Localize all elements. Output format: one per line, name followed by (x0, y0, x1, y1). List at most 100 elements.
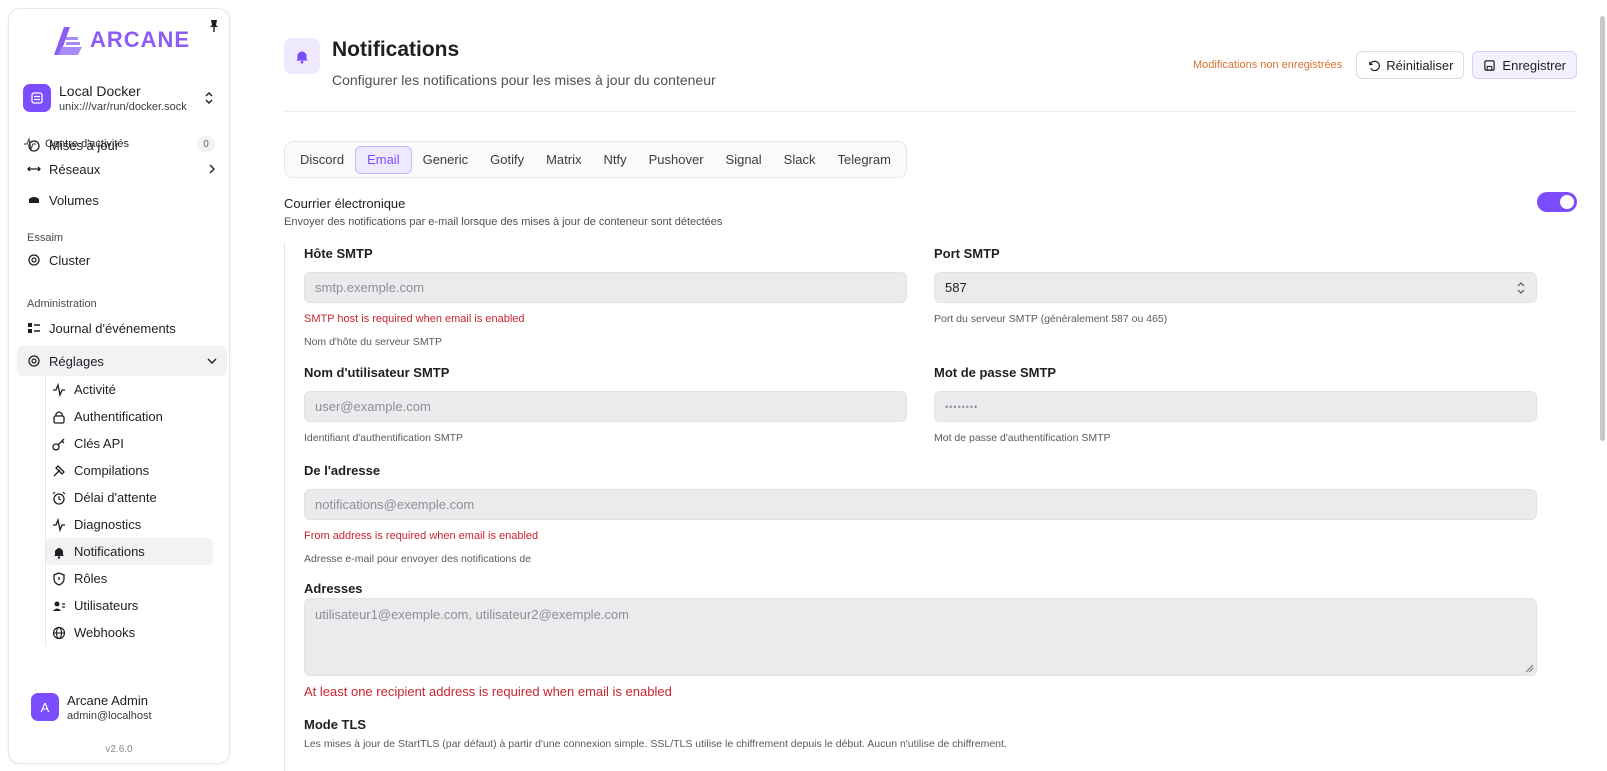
sidebar-subitem-label: Diagnostics (74, 517, 142, 532)
sidebar-subitem-api-keys[interactable]: Clés API (46, 430, 213, 457)
settings-submenu: Activité Authentification Clés API Compi… (45, 376, 229, 646)
sidebar-subitem-timeout[interactable]: Délai d'attente (46, 484, 213, 511)
sidebar-item-label: Cluster (49, 252, 91, 268)
logo-row: ARCANE (9, 9, 229, 71)
main-content: Notifications Configurer les notificatio… (284, 0, 1577, 771)
page-title: Notifications (332, 38, 460, 61)
email-enabled-toggle[interactable] (1537, 192, 1577, 212)
from-address-help: Adresse e-mail pour envoyer des notifica… (304, 553, 532, 565)
tab-telegram[interactable]: Telegram (826, 146, 901, 174)
environment-socket: unix:///var/run/docker.sock (59, 101, 187, 113)
save-button[interactable]: Enregistrer (1472, 51, 1577, 79)
sidebar-subitem-diagnostics[interactable]: Diagnostics (46, 511, 213, 538)
from-address-label: De l'adresse (304, 463, 381, 478)
sidebar-subitem-auth[interactable]: Authentification (46, 403, 213, 430)
tab-gotify[interactable]: Gotify (479, 146, 535, 174)
tls-mode-label: Mode TLS (304, 717, 367, 732)
sidebar-subitem-label: Compilations (74, 463, 150, 478)
unsaved-indicator: Modifications non enregistrées (1193, 59, 1343, 71)
sidebar-item-cluster[interactable]: Cluster (17, 246, 227, 274)
refresh-icon (28, 140, 40, 152)
chevron-updown-icon (205, 92, 213, 104)
stepper-icon[interactable] (1516, 281, 1526, 295)
app-version: v2.6.0 (105, 744, 133, 755)
addresses-placeholder: utilisateur1@exemple.com, utilisateur2@e… (315, 607, 629, 622)
tab-signal[interactable]: Signal (715, 146, 773, 174)
user-name: Arcane Admin (67, 692, 148, 708)
tab-email[interactable]: Email (355, 145, 412, 174)
smtp-port-value: 587 (945, 280, 967, 295)
smtp-user-field: Nom d'utilisateur SMTP user@example.com … (304, 365, 907, 444)
sidebar-item-label: Volumes (49, 192, 99, 208)
smtp-host-label: Hôte SMTP (304, 246, 373, 261)
bell-icon (284, 38, 320, 74)
logo-text: ARCANE (89, 27, 191, 52)
sidebar-nav: Mises à jour Réseaux Volumes Essaim Clus… (9, 139, 229, 646)
sidebar-subitem-label: Rôles (74, 571, 108, 586)
page-header: Notifications Configurer les notificatio… (284, 36, 1577, 112)
smtp-port-help: Port du serveur SMTP (généralement 587 o… (934, 313, 1168, 325)
smtp-password-field: Mot de passe SMTP •••••••• Mot de passe … (934, 365, 1537, 444)
server-icon (23, 84, 51, 112)
sidebar-item-updates[interactable]: Mises à jour (17, 139, 227, 153)
sidebar-item-label: Journal d'événements (49, 320, 176, 336)
tab-ntfy[interactable]: Ntfy (592, 146, 637, 174)
addresses-textarea[interactable]: utilisateur1@exemple.com, utilisateur2@e… (304, 598, 1537, 676)
from-address-input[interactable]: notifications@exemple.com (304, 489, 1537, 520)
email-section-title: Courrier électronique (284, 196, 406, 211)
save-button-label: Enregistrer (1502, 57, 1566, 73)
smtp-port-input[interactable]: 587 (934, 272, 1537, 303)
sidebar-item-volumes[interactable]: Volumes (17, 186, 227, 214)
cog-icon (28, 254, 40, 266)
pin-icon[interactable] (207, 19, 221, 33)
resize-grip-icon[interactable] (1524, 663, 1534, 673)
chevron-right-icon (209, 164, 215, 174)
section-label-admin: Administration (27, 298, 97, 310)
sidebar-subitem-users[interactable]: Utilisateurs (46, 592, 213, 619)
sidebar-item-settings[interactable]: Réglages (17, 346, 227, 376)
addresses-field: Adresses utilisateur1@exemple.com, utili… (304, 581, 1537, 699)
page-scrollbar[interactable] (1600, 16, 1605, 441)
smtp-host-help: Nom d'hôte du serveur SMTP (304, 336, 442, 348)
sidebar-subitem-label: Délai d'attente (74, 490, 157, 505)
from-address-error: From address is required when email is e… (304, 530, 539, 542)
undo-icon (1369, 60, 1381, 71)
from-address-field: De l'adresse notifications@exemple.com F… (304, 463, 1537, 565)
user-menu[interactable]: A Arcane Admin admin@localhost (19, 687, 219, 727)
email-form: Hôte SMTP smtp.exemple.com SMTP host is … (284, 242, 1577, 771)
sidebar-subitem-label: Authentification (74, 409, 163, 424)
reset-button[interactable]: Réinitialiser (1356, 51, 1465, 79)
email-section-description: Envoyer des notifications par e-mail lor… (284, 216, 723, 228)
sidebar-subitem-roles[interactable]: Rôles (46, 565, 213, 592)
sidebar-item-label: Réglages (49, 353, 104, 369)
smtp-port-field: Port SMTP 587 Port du serveur SMTP (géné… (934, 246, 1537, 325)
smtp-user-input[interactable]: user@example.com (304, 391, 907, 422)
tab-generic[interactable]: Generic (412, 146, 480, 174)
sidebar-subitem-label: Activité (74, 382, 116, 397)
environment-switcher[interactable]: Local Docker unix:///var/run/docker.sock (19, 71, 219, 125)
sidebar-subitem-label: Clés API (74, 436, 124, 451)
key-icon (52, 438, 65, 451)
arcane-logo[interactable]: ARCANE (48, 23, 190, 57)
tab-matrix[interactable]: Matrix (535, 146, 592, 174)
tls-mode-description: Les mises à jour de StartTLS (par défaut… (304, 738, 1007, 749)
sidebar-item-event-log[interactable]: Journal d'événements (17, 314, 227, 342)
reset-button-label: Réinitialiser (1386, 57, 1454, 73)
sidebar-subitem-webhooks[interactable]: Webhooks (46, 619, 213, 646)
sidebar-subitem-notifications[interactable]: Notifications (46, 538, 213, 565)
sidebar-subitem-activity[interactable]: Activité (46, 376, 213, 403)
smtp-password-input[interactable]: •••••••• (934, 391, 1537, 422)
smtp-host-error: SMTP host is required when email is enab… (304, 313, 525, 325)
sidebar-item-networks[interactable]: Réseaux (17, 155, 227, 183)
tab-discord[interactable]: Discord (289, 146, 355, 174)
smtp-password-label: Mot de passe SMTP (934, 365, 1057, 380)
tab-pushover[interactable]: Pushover (638, 146, 715, 174)
tab-slack[interactable]: Slack (773, 146, 827, 174)
smtp-host-field: Hôte SMTP smtp.exemple.com SMTP host is … (304, 246, 907, 348)
addresses-error: At least one recipient address is requir… (304, 684, 672, 699)
sidebar-subitem-builds[interactable]: Compilations (46, 457, 213, 484)
activity-icon (53, 382, 65, 397)
smtp-host-input[interactable]: smtp.exemple.com (304, 272, 907, 303)
bell-icon (54, 547, 64, 559)
user-email: admin@localhost (67, 709, 152, 722)
